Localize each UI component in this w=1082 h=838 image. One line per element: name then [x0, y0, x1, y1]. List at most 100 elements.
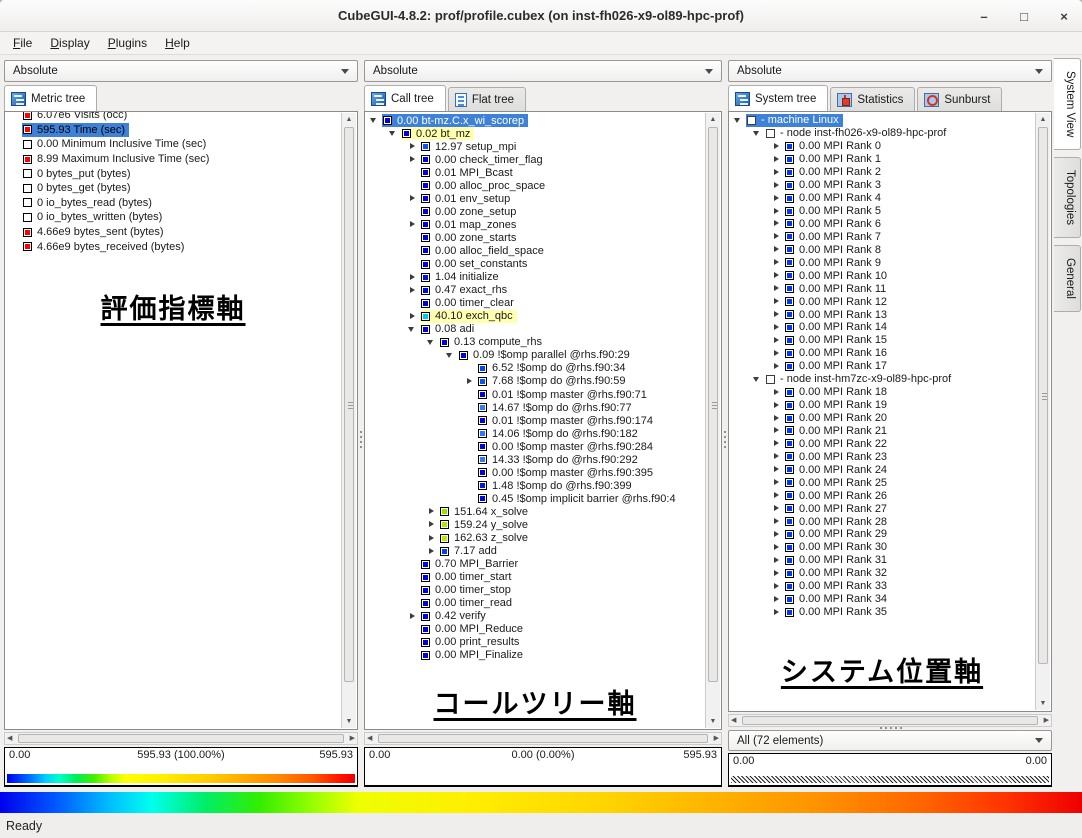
metric-horizontal-scrollbar[interactable]: ◀ ▶: [4, 732, 358, 745]
collapse-icon[interactable]: [445, 350, 457, 361]
value-color-box-icon[interactable]: [785, 608, 794, 617]
call-tree-row[interactable]: 0.47 exact_rhs: [365, 284, 705, 297]
value-color-box-icon[interactable]: [478, 442, 487, 451]
menu-item-plugins[interactable]: Plugins: [99, 34, 156, 52]
maximize-button[interactable]: □: [1016, 9, 1032, 24]
call-tree-row[interactable]: 0.01 !$omp master @rhs.f90:174: [365, 414, 705, 427]
call-tree-row[interactable]: 151.64 x_solve: [365, 505, 705, 518]
call-tree-row[interactable]: 0.02 bt_mz: [365, 127, 705, 140]
value-color-box-icon[interactable]: [785, 142, 794, 151]
call-tree-row[interactable]: 0.01 MPI_Bcast: [365, 166, 705, 179]
value-color-box-icon[interactable]: [785, 491, 794, 500]
expand-icon[interactable]: [771, 451, 783, 462]
system-tree-row[interactable]: 0.00 MPI Rank 20: [729, 412, 1035, 425]
collapse-icon[interactable]: [752, 374, 764, 385]
tab-metric-tree[interactable]: Metric tree: [4, 85, 97, 111]
tab-statistics[interactable]: Statistics: [830, 87, 915, 111]
value-color-box-icon[interactable]: [785, 595, 794, 604]
scroll-down-icon[interactable]: ▼: [706, 715, 720, 728]
system-tree-row[interactable]: 0.00 MPI Rank 32: [729, 567, 1035, 580]
expand-icon[interactable]: [407, 285, 419, 296]
value-color-box-icon[interactable]: [421, 233, 430, 242]
collapse-icon[interactable]: [733, 115, 745, 126]
call-tree-row[interactable]: 14.67 !$omp do @rhs.f90:77: [365, 401, 705, 414]
system-tree-row[interactable]: 0.00 MPI Rank 25: [729, 476, 1035, 489]
expand-icon[interactable]: [771, 594, 783, 605]
call-tree-row[interactable]: 0.00 set_constants: [365, 258, 705, 271]
call-tree-row[interactable]: 1.04 initialize: [365, 271, 705, 284]
metric-tree-row[interactable]: 6.07e6 Visits (occ): [5, 111, 341, 123]
collapse-icon[interactable]: [752, 128, 764, 139]
call-tree-row[interactable]: 14.33 !$omp do @rhs.f90:292: [365, 453, 705, 466]
call-tree-row[interactable]: 0.01 !$omp master @rhs.f90:71: [365, 388, 705, 401]
call-tree-row[interactable]: 0.00 alloc_proc_space: [365, 179, 705, 192]
expand-icon[interactable]: [771, 568, 783, 579]
expand-icon[interactable]: [771, 257, 783, 268]
system-tree-row[interactable]: 0.00 MPI Rank 35: [729, 606, 1035, 619]
value-color-box-icon[interactable]: [421, 220, 430, 229]
menu-item-display[interactable]: Display: [41, 34, 98, 52]
system-tree-row[interactable]: 0.00 MPI Rank 11: [729, 282, 1035, 295]
system-tree-row[interactable]: 0.00 MPI Rank 8: [729, 243, 1035, 256]
call-tree-row[interactable]: 0.01 env_setup: [365, 192, 705, 205]
metric-tree-row[interactable]: 0 bytes_get (bytes): [5, 181, 341, 196]
system-tree-row[interactable]: 0.00 MPI Rank 23: [729, 450, 1035, 463]
expand-icon[interactable]: [771, 167, 783, 178]
call-tree-row[interactable]: 0.00 zone_setup: [365, 205, 705, 218]
value-color-box-icon[interactable]: [402, 129, 411, 138]
system-tree-row[interactable]: 0.00 MPI Rank 14: [729, 321, 1035, 334]
value-color-box-icon[interactable]: [440, 338, 449, 347]
expand-icon[interactable]: [771, 529, 783, 540]
call-tree-row[interactable]: 0.00 bt-mz.C.x_wi_scorep: [365, 114, 705, 127]
close-button[interactable]: ×: [1056, 9, 1072, 24]
call-tree-row[interactable]: 0.45 !$omp implicit barrier @rhs.f90:4: [365, 492, 705, 505]
metric-tree-row[interactable]: 4.66e9 bytes_received (bytes): [5, 239, 341, 254]
scroll-down-icon[interactable]: ▼: [1036, 697, 1050, 710]
scroll-right-icon[interactable]: ▶: [350, 733, 355, 745]
system-tree-row[interactable]: 0.00 MPI Rank 7: [729, 230, 1035, 243]
expand-icon[interactable]: [771, 555, 783, 566]
call-tree-row[interactable]: 0.00 !$omp master @rhs.f90:395: [365, 466, 705, 479]
tab-sunburst[interactable]: Sunburst: [917, 87, 1002, 111]
system-tree-row[interactable]: 0.00 MPI Rank 22: [729, 437, 1035, 450]
system-value-mode-combobox[interactable]: Absolute: [728, 60, 1052, 82]
value-color-box-icon[interactable]: [785, 310, 794, 319]
value-color-box-icon[interactable]: [785, 465, 794, 474]
value-color-box-icon[interactable]: [785, 401, 794, 410]
expand-icon[interactable]: [771, 581, 783, 592]
value-color-box-icon[interactable]: [421, 142, 430, 151]
call-tree-row[interactable]: 0.00 timer_start: [365, 571, 705, 584]
system-tree-row[interactable]: 0.00 MPI Rank 15: [729, 334, 1035, 347]
value-color-box-icon[interactable]: [785, 181, 794, 190]
value-color-box-icon[interactable]: [785, 168, 794, 177]
value-color-box-icon[interactable]: [785, 439, 794, 448]
value-color-box-icon[interactable]: [421, 260, 430, 269]
menu-item-help[interactable]: Help: [156, 34, 199, 52]
expand-icon[interactable]: [771, 193, 783, 204]
value-color-box-icon[interactable]: [421, 181, 430, 190]
call-tree-row[interactable]: 0.00 timer_clear: [365, 297, 705, 310]
expand-icon[interactable]: [426, 506, 438, 517]
minimize-button[interactable]: –: [976, 9, 992, 24]
system-tree-row[interactable]: 0.00 MPI Rank 6: [729, 218, 1035, 231]
call-tree-row[interactable]: 0.00 timer_read: [365, 597, 705, 610]
scroll-left-icon[interactable]: ◀: [7, 733, 12, 745]
value-color-box-icon[interactable]: [785, 582, 794, 591]
value-color-box-icon[interactable]: [23, 155, 32, 164]
value-color-box-icon[interactable]: [785, 232, 794, 241]
call-tree-row[interactable]: 0.70 MPI_Barrier: [365, 558, 705, 571]
call-tree-row[interactable]: 40.10 exch_qbc: [365, 310, 705, 323]
call-tree-row[interactable]: 0.00 !$omp master @rhs.f90:284: [365, 440, 705, 453]
value-color-box-icon[interactable]: [23, 228, 32, 237]
value-color-box-icon[interactable]: [785, 336, 794, 345]
collapse-icon[interactable]: [426, 337, 438, 348]
value-color-box-icon[interactable]: [421, 168, 430, 177]
value-color-box-icon[interactable]: [478, 364, 487, 373]
expand-icon[interactable]: [771, 309, 783, 320]
value-color-box-icon[interactable]: [23, 125, 32, 134]
call-tree-row[interactable]: 0.00 timer_stop: [365, 584, 705, 597]
value-color-box-icon[interactable]: [478, 416, 487, 425]
metric-tree-row[interactable]: 595.93 Time (sec): [5, 123, 341, 138]
tab-system-tree[interactable]: System tree: [728, 85, 828, 111]
value-color-box-icon[interactable]: [478, 429, 487, 438]
